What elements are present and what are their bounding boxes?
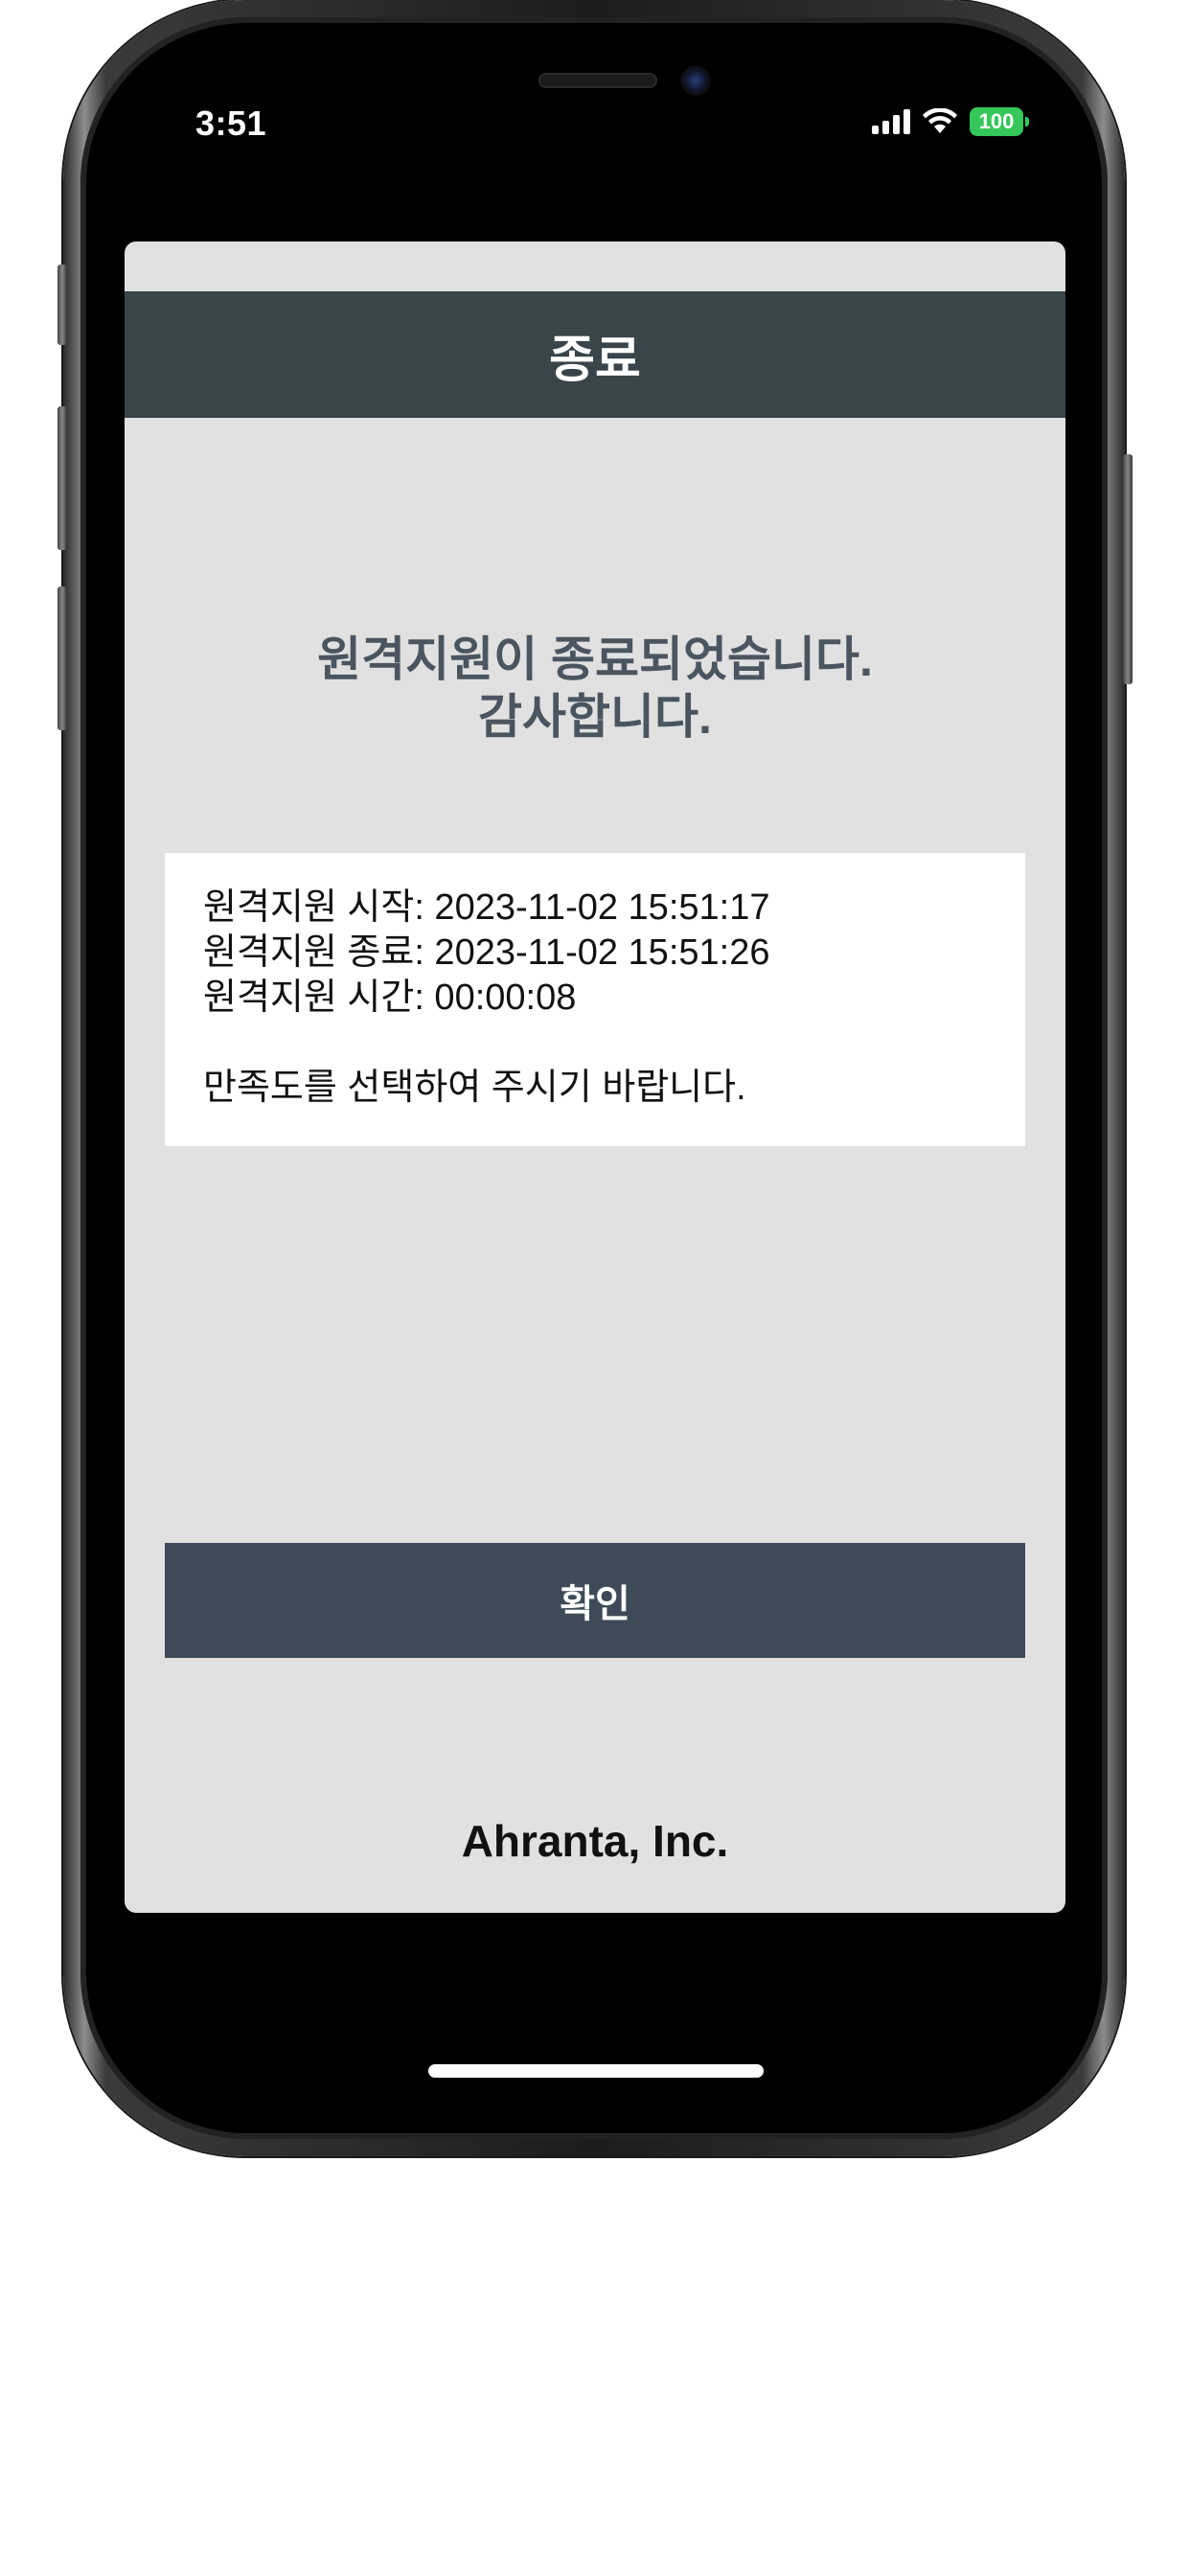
battery-icon: 100 — [970, 107, 1029, 136]
signal-icon — [872, 109, 910, 134]
earpiece-speaker — [538, 73, 657, 88]
power-button — [1123, 454, 1133, 684]
home-indicator[interactable] — [428, 2064, 764, 2078]
front-camera — [680, 65, 711, 96]
page-title: 종료 — [549, 332, 641, 388]
confirm-button[interactable]: 확인 — [165, 1543, 1025, 1658]
wifi-icon — [923, 108, 957, 133]
end-message: 원격지원이 종료되었습니다. 감사합니다. — [125, 631, 1065, 746]
company-name: Ahranta, Inc. — [461, 1816, 729, 1866]
end-message-line1: 원격지원이 종료되었습니다. — [317, 632, 873, 686]
battery-level: 100 — [978, 109, 1015, 133]
mute-switch — [57, 264, 67, 345]
volume-down-button — [57, 586, 67, 730]
status-time: 3:51 — [195, 104, 267, 143]
status-icons: 100 — [872, 107, 1029, 136]
session-start: 원격지원 시작: 2023-11-02 15:51:17 — [203, 887, 770, 928]
session-duration: 원격지원 시간: 00:00:08 — [203, 978, 577, 1018]
session-end: 원격지원 종료: 2023-11-02 15:51:26 — [203, 932, 770, 973]
volume-up-button — [57, 406, 67, 550]
app-header: 종료 — [125, 291, 1065, 418]
end-message-line2: 감사합니다. — [478, 690, 712, 744]
satisfaction-prompt: 만족도를 선택하여 주시기 바랍니다. — [203, 1068, 746, 1108]
app-container: 종료 원격지원이 종료되었습니다. 감사합니다. 원격지원 시작: 2023-1… — [125, 242, 1065, 1913]
phone-screen: 3:51 100 종료 원격지원이 종료되었습니다. 감사합니다. 원격지원 시… — [107, 38, 1083, 2120]
session-info-box: 원격지원 시작: 2023-11-02 15:51:17 원격지원 종료: 20… — [165, 853, 1025, 1146]
